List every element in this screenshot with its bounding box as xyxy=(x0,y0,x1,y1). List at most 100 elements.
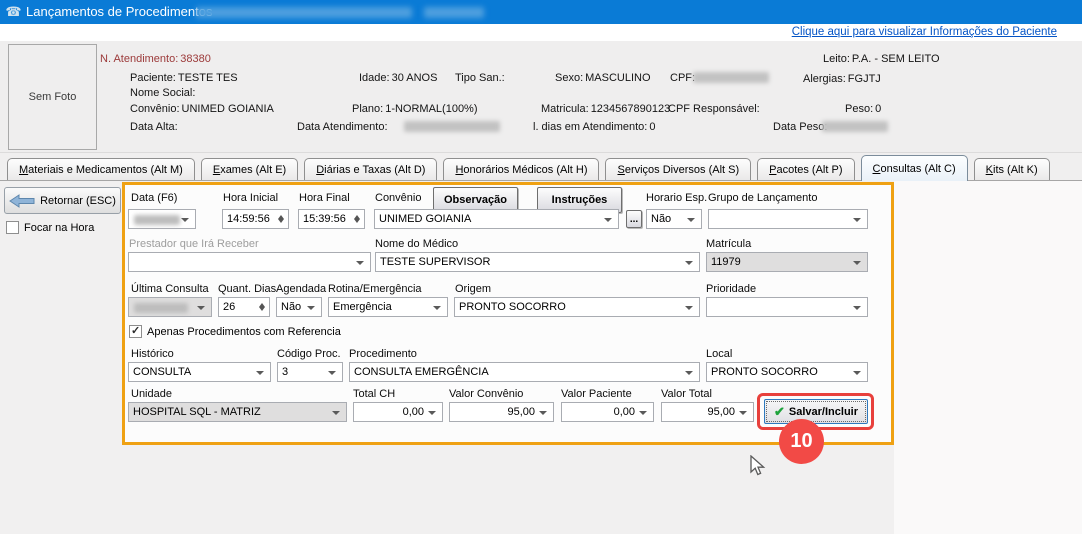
quant-dias-label: Quant. Dias xyxy=(218,283,276,295)
convenio-dropdown[interactable]: UNIMED GOIANIA xyxy=(374,209,619,229)
data-alta-field: Data Alta: xyxy=(130,121,178,133)
app-window: ☎ Lançamentos de Procedimentos Clique aq… xyxy=(0,0,1082,534)
origem-label: Origem xyxy=(455,283,491,295)
back-arrow-icon xyxy=(9,194,35,208)
atendimento-field: N. Atendimento:38380 xyxy=(100,53,211,65)
alergias-field: Alergias:FGJTJ xyxy=(803,73,881,85)
ultima-consulta-label: Última Consulta xyxy=(131,283,209,295)
prestador-dropdown[interactable] xyxy=(128,252,371,272)
patient-panel: Sem Foto N. Atendimento:38380 Leito:P.A.… xyxy=(0,41,1082,153)
hora-inicial-label: Hora Inicial xyxy=(223,192,278,204)
nome-medico-dropdown[interactable]: TESTE SUPERVISOR xyxy=(375,252,700,272)
matricula-label: Matrícula xyxy=(706,238,751,250)
procedimento-dropdown[interactable]: CONSULTA EMERGÊNCIA xyxy=(349,362,700,382)
prioridade-dropdown[interactable] xyxy=(706,297,868,317)
origem-dropdown[interactable]: PRONTO SOCORRO xyxy=(454,297,700,317)
valor-convenio-field[interactable]: 95,00 xyxy=(449,402,554,422)
redacted-cpf xyxy=(693,72,769,83)
tab-exames[interactable]: Exames (Alt E) xyxy=(201,158,298,180)
matricula-dropdown: 11979 xyxy=(706,252,868,272)
ultima-consulta-dropdown xyxy=(128,297,212,317)
unidade-label: Unidade xyxy=(131,388,172,400)
historico-dropdown[interactable]: CONSULTA xyxy=(128,362,271,382)
leito-field: Leito:P.A. - SEM LEITO xyxy=(823,53,940,65)
peso-field: Peso:0 xyxy=(845,103,881,115)
sexo-field: Sexo:MASCULINO xyxy=(555,72,651,84)
checkbox-icon[interactable] xyxy=(129,325,142,338)
nome-social-field: Nome Social: xyxy=(130,87,195,99)
data-peso-field: Data Peso: xyxy=(773,121,827,133)
tab-consultas[interactable]: Consultas (Alt C) xyxy=(861,155,968,181)
plano-field: Plano:1-NORMAL(100%) xyxy=(352,103,478,115)
tab-materiais-medicamentos[interactable]: Materiais e Medicamentos (Alt M) xyxy=(7,158,195,180)
data-atendimento-field: Data Atendimento: xyxy=(297,121,388,133)
tab-diarias-taxas[interactable]: Diárias e Taxas (Alt D) xyxy=(304,158,437,180)
window-title: Lançamentos de Procedimentos xyxy=(26,4,212,19)
horario-esp-dropdown[interactable]: Não xyxy=(646,209,702,229)
annotation-step-badge: 10 xyxy=(779,419,824,464)
background-area xyxy=(894,181,1082,534)
redacted-data-peso xyxy=(822,121,888,132)
convenio-lookup-button[interactable]: ... xyxy=(626,210,642,228)
quant-dias-spinner[interactable]: 26 xyxy=(218,297,270,317)
redacted-title-text xyxy=(424,7,484,18)
retornar-button[interactable]: Retornar (ESC) xyxy=(4,187,121,214)
total-ch-field[interactable]: 0,00 xyxy=(353,402,443,422)
focar-na-hora-checkbox[interactable]: Focar na Hora xyxy=(6,221,94,234)
hora-inicial-spinner[interactable]: 14:59:56 xyxy=(222,209,289,229)
tab-bar: Materiais e Medicamentos (Alt M) Exames … xyxy=(0,153,1082,181)
nome-medico-label: Nome do Médico xyxy=(375,238,458,250)
apenas-referencia-checkbox[interactable]: Apenas Procedimentos com Referencia xyxy=(129,325,341,338)
agendada-dropdown[interactable]: Não xyxy=(276,297,322,317)
data-label: Data (F6) xyxy=(131,192,177,204)
data-dropdown[interactable] xyxy=(128,209,196,229)
valor-total-label: Valor Total xyxy=(661,388,712,400)
procedimento-label: Procedimento xyxy=(349,348,417,360)
retornar-label: Retornar (ESC) xyxy=(40,195,116,207)
valor-convenio-label: Valor Convênio xyxy=(449,388,523,400)
spinner-buttons[interactable] xyxy=(255,299,268,315)
app-icon: ☎ xyxy=(5,3,22,20)
title-bar: ☎ Lançamentos de Procedimentos xyxy=(0,0,1082,24)
matricula-info-field: Matricula:1234567890123 xyxy=(541,103,670,115)
convenio-label: Convênio xyxy=(375,192,421,204)
rotina-emergencia-dropdown[interactable]: Emergência xyxy=(328,297,448,317)
tipo-sanguineo-field: Tipo San.: xyxy=(455,72,505,84)
tab-pacotes[interactable]: Pacotes (Alt P) xyxy=(757,158,854,180)
horario-esp-label: Horario Esp. xyxy=(646,192,707,204)
local-label: Local xyxy=(706,348,732,360)
checkbox-icon[interactable] xyxy=(6,221,19,234)
link-row: Clique aqui para visualizar Informações … xyxy=(0,24,1082,41)
codigo-proc-dropdown[interactable]: 3 xyxy=(277,362,343,382)
total-ch-label: Total CH xyxy=(353,388,395,400)
dias-atendimento-field: l. dias em Atendimento:0 xyxy=(533,121,655,133)
mouse-cursor xyxy=(749,455,766,477)
hora-final-spinner[interactable]: 15:39:56 xyxy=(298,209,365,229)
convenio-info-field: Convênio:UNIMED GOIANIA xyxy=(130,103,274,115)
tab-servicos-diversos[interactable]: Serviços Diversos (Alt S) xyxy=(605,158,751,180)
photo-placeholder: Sem Foto xyxy=(8,44,97,150)
agendada-label: Agendada xyxy=(276,283,326,295)
cpf-responsavel-field: CPF Responsável: xyxy=(668,103,760,115)
prioridade-label: Prioridade xyxy=(706,283,756,295)
prestador-label: Prestador que Irá Receber xyxy=(129,238,259,250)
valor-paciente-label: Valor Paciente xyxy=(561,388,632,400)
grupo-lancamento-dropdown[interactable] xyxy=(708,209,868,229)
local-dropdown[interactable]: PRONTO SOCORRO xyxy=(706,362,868,382)
spinner-buttons[interactable] xyxy=(274,211,287,227)
codigo-proc-label: Código Proc. xyxy=(277,348,341,360)
paciente-field: Paciente:TESTE TES xyxy=(130,72,238,84)
grupo-lancamento-label: Grupo de Lançamento xyxy=(708,192,817,204)
cpf-field: CPF: xyxy=(670,72,695,84)
tab-kits[interactable]: Kits (Alt K) xyxy=(974,158,1050,180)
spinner-buttons[interactable] xyxy=(350,211,363,227)
valor-total-field[interactable]: 95,00 xyxy=(661,402,754,422)
valor-paciente-field[interactable]: 0,00 xyxy=(561,402,654,422)
idade-field: Idade:30 ANOS xyxy=(359,72,437,84)
redacted-title-text xyxy=(196,7,412,18)
redacted-date xyxy=(134,303,188,313)
tab-honorarios-medicos[interactable]: Honorários Médicos (Alt H) xyxy=(443,158,599,180)
patient-info-link[interactable]: Clique aqui para visualizar Informações … xyxy=(792,26,1057,38)
historico-label: Histórico xyxy=(131,348,174,360)
redacted-data-atendimento xyxy=(404,121,500,132)
